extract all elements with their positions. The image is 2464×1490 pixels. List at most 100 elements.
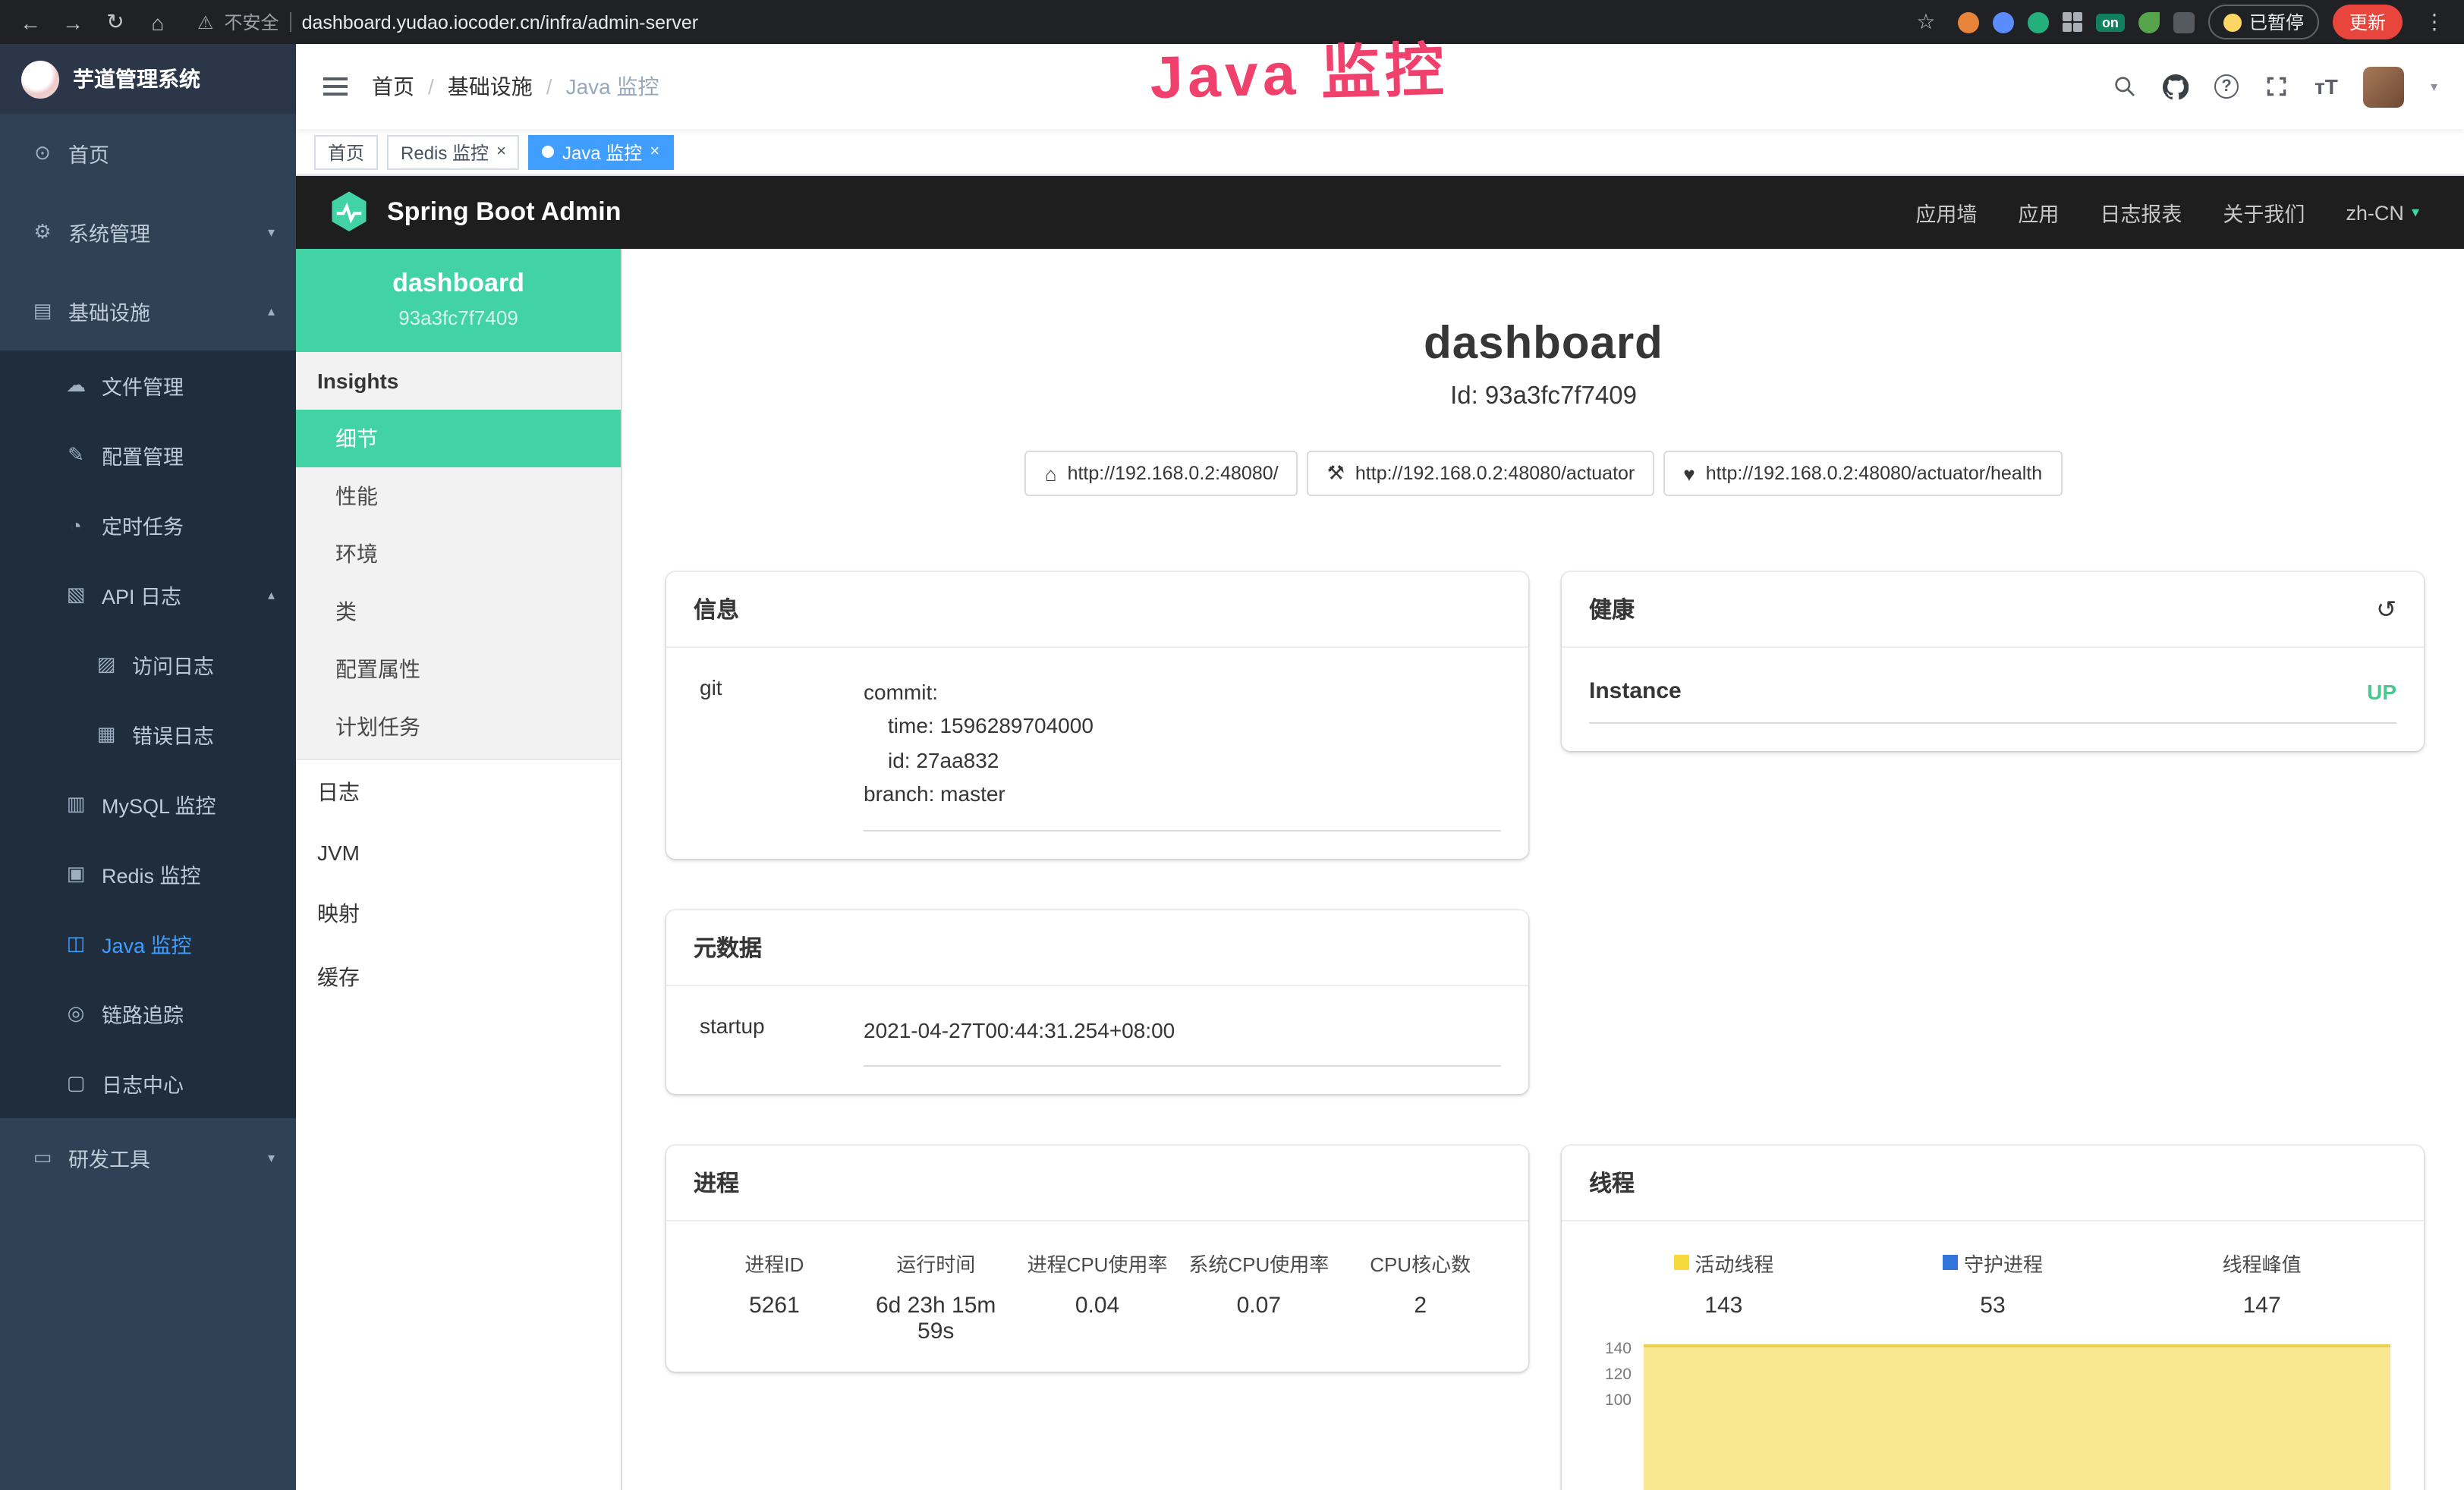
apps-grid-extension-icon[interactable]	[2063, 12, 2082, 32]
search-icon[interactable]	[2113, 74, 2137, 99]
bookmark-star-icon[interactable]: ☆	[1908, 4, 1944, 40]
health-url-link[interactable]: ♥ http://192.168.0.2:48080/actuator/heal…	[1663, 451, 2062, 496]
paused-profile-badge[interactable]: 已暂停	[2208, 5, 2319, 39]
tab-redis-monitor[interactable]: Redis 监控 ×	[387, 134, 520, 169]
cards-grid: 信息 git commit: time: 1596289704000 id: 2…	[622, 572, 2464, 1490]
language-label: zh-CN	[2346, 201, 2404, 224]
user-avatar[interactable]	[2364, 66, 2405, 107]
menu-item-scheduled-jobs[interactable]: ◔ 定时任务	[0, 490, 296, 560]
forward-icon[interactable]: →	[55, 4, 91, 40]
cpu-cores-col: CPU核心数 2	[1339, 1249, 1501, 1344]
github-icon[interactable]	[2163, 74, 2189, 99]
close-icon[interactable]: ×	[496, 143, 506, 160]
sba-nav-journal[interactable]: 日志报表	[2100, 197, 2182, 228]
on-badge-extension-icon[interactable]: on	[2096, 13, 2125, 31]
sba-sidebar-item-metrics[interactable]: 性能	[296, 467, 621, 525]
sba-frame: Spring Boot Admin 应用墙 应用 日志报表 关于我们 zh-CN…	[296, 176, 2464, 1490]
error-log-icon: ▦	[94, 722, 118, 747]
sba-sidebar-group-insights[interactable]: Insights	[296, 352, 621, 410]
edit-icon: ✎	[64, 443, 88, 467]
chevron-up-icon: ▴	[268, 303, 275, 319]
menu-item-api-logs[interactable]: ▧ API 日志 ▴	[0, 560, 296, 630]
menu-item-home[interactable]: ⊙ 首页	[0, 114, 296, 193]
caret-down-icon[interactable]: ▾	[2431, 78, 2437, 95]
blue-extension-icon[interactable]	[1993, 11, 2014, 33]
help-icon[interactable]: ?	[2214, 74, 2239, 99]
actuator-url-link[interactable]: ⚒ http://192.168.0.2:48080/actuator	[1308, 451, 1655, 496]
menu-item-system-management[interactable]: ⚙ 系统管理 ▾	[0, 193, 296, 272]
menu-item-mysql-monitor[interactable]: ▥ MySQL 监控	[0, 769, 296, 839]
update-button[interactable]: 更新	[2333, 5, 2403, 39]
sba-sidebar-item-logs[interactable]: 日志	[296, 760, 621, 824]
menu-item-log-center[interactable]: ▢ 日志中心	[0, 1048, 296, 1118]
git-id-line: id: 27aa832	[864, 743, 1501, 778]
app-logo[interactable]: 芋道管理系统	[0, 44, 296, 114]
tab-home[interactable]: 首页	[314, 134, 378, 169]
sba-nav-about[interactable]: 关于我们	[2223, 197, 2305, 228]
insights-group: Insights 细节 性能 环境 类 配置属性 计划任务	[296, 352, 621, 760]
service-url-link[interactable]: ⌂ http://192.168.0.2:48080/	[1025, 451, 1298, 496]
fullscreen-icon[interactable]	[2264, 74, 2289, 99]
menu-item-redis-monitor[interactable]: ▣ Redis 监控	[0, 839, 296, 909]
menu-item-config-management[interactable]: ✎ 配置管理	[0, 420, 296, 490]
trace-icon: ◎	[64, 1001, 88, 1026]
font-size-icon[interactable]: тT	[2315, 74, 2338, 99]
browser-menu-icon[interactable]: ⋮	[2416, 4, 2453, 40]
link-label: http://192.168.0.2:48080/actuator/health	[1706, 463, 2042, 484]
menu-item-dev-tools[interactable]: ▭ 研发工具 ▾	[0, 1118, 296, 1197]
menu-label: 首页	[68, 138, 109, 168]
sba-sidebar-item-classes[interactable]: 类	[296, 583, 621, 640]
sba-sidebar-item-environment[interactable]: 环境	[296, 525, 621, 583]
y-tick-100: 100	[1589, 1391, 1632, 1410]
card-title: 进程	[694, 1167, 739, 1199]
sba-sidebar-item-caches[interactable]: 缓存	[296, 945, 621, 1009]
sba-nav-applications[interactable]: 应用	[2018, 197, 2059, 228]
sba-language-select[interactable]: zh-CN ▾	[2346, 201, 2419, 224]
breadcrumb-home[interactable]: 首页	[372, 71, 414, 102]
metadata-value-wrap: 2021-04-27T00:44:31.254+08:00	[864, 1013, 1501, 1067]
metadata-value: 2021-04-27T00:44:31.254+08:00	[864, 1013, 1501, 1047]
menu-item-java-monitor[interactable]: ◫ Java 监控	[0, 909, 296, 979]
sba-brand[interactable]: Spring Boot Admin	[326, 190, 622, 235]
reload-icon[interactable]: ↻	[97, 4, 134, 40]
menu-label: 文件管理	[102, 370, 184, 401]
column-header: CPU核心数	[1339, 1249, 1501, 1278]
hamburger-icon[interactable]	[323, 77, 348, 96]
menu-item-error-logs[interactable]: ▦ 错误日志	[0, 699, 296, 769]
puzzle-extension-icon[interactable]	[2173, 11, 2195, 33]
sba-sidebar-item-jvm[interactable]: JVM	[296, 824, 621, 882]
green-extension-icon[interactable]	[2028, 11, 2049, 33]
paused-label: 已暂停	[2249, 9, 2304, 35]
menu-label: MySQL 监控	[102, 789, 216, 819]
menu-item-access-logs[interactable]: ▨ 访问日志	[0, 630, 296, 699]
instance-header[interactable]: dashboard 93a3fc7f7409	[296, 249, 621, 352]
breadcrumb-infrastructure[interactable]: 基础设施	[448, 71, 533, 102]
close-icon[interactable]: ×	[650, 143, 659, 160]
leaf-extension-icon[interactable]	[2138, 11, 2160, 33]
column-value: 2	[1339, 1293, 1501, 1319]
active-dot-icon	[543, 146, 555, 158]
address-bar[interactable]: ⚠ 不安全 dashboard.yudao.iocoder.cn/infra/a…	[182, 4, 1902, 40]
sba-sidebar-item-details[interactable]: 细节	[296, 410, 621, 467]
sba-sidebar-item-mappings[interactable]: 映射	[296, 882, 621, 945]
menu-item-file-management[interactable]: ☁ 文件管理	[0, 350, 296, 420]
sba-sidebar-item-config-properties[interactable]: 配置属性	[296, 640, 621, 698]
menu-label: 基础设施	[68, 296, 150, 326]
menu-item-infrastructure[interactable]: ▤ 基础设施 ▴	[0, 272, 296, 350]
y-tick-140: 140	[1589, 1340, 1632, 1358]
sba-sidebar-item-scheduled-tasks[interactable]: 计划任务	[296, 698, 621, 756]
history-icon[interactable]: ↺	[2376, 594, 2396, 624]
menu-label: 日志中心	[102, 1068, 184, 1099]
info-card: 信息 git commit: time: 1596289704000 id: 2…	[666, 572, 1528, 858]
sba-nav-wallboard[interactable]: 应用墙	[1915, 197, 1977, 228]
chart-plot-area	[1644, 1340, 2390, 1490]
peak-threads-col: 线程峰值 147	[2127, 1249, 2396, 1319]
menu-item-link-tracing[interactable]: ◎ 链路追踪	[0, 979, 296, 1048]
orange-extension-icon[interactable]	[1958, 11, 1979, 33]
home-icon[interactable]: ⌂	[140, 4, 176, 40]
address-divider	[290, 12, 291, 32]
back-icon[interactable]: ←	[12, 4, 49, 40]
link-label: http://192.168.0.2:48080/actuator	[1355, 463, 1635, 484]
menu-label: 链路追踪	[102, 998, 184, 1029]
tab-java-monitor[interactable]: Java 监控 ×	[529, 134, 673, 169]
